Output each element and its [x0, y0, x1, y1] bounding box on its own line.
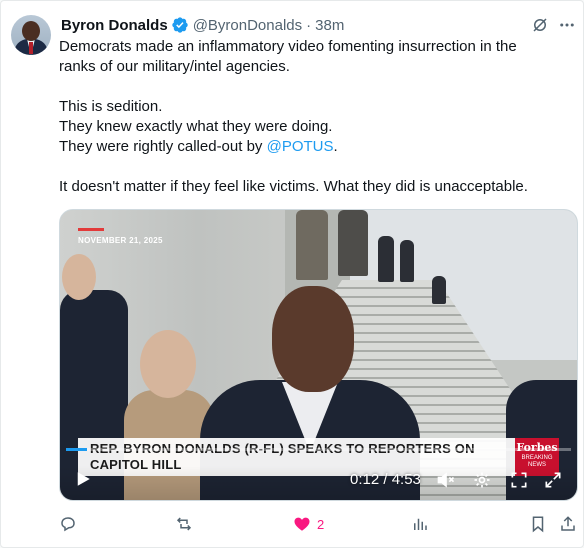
- tweet-header: Byron Donalds @ByronDonalds · 38m: [61, 15, 344, 35]
- bookmark-button[interactable]: [529, 513, 547, 535]
- share-icon: [561, 516, 575, 531]
- views-button[interactable]: [411, 513, 429, 535]
- retweet-icon: [176, 517, 192, 531]
- video-figure: [272, 286, 354, 392]
- tweet-line: They knew exactly what they were doing.: [59, 118, 333, 135]
- post-time[interactable]: 38m: [315, 17, 344, 34]
- video-figure: [296, 210, 328, 280]
- forbes-brand: Forbes: [516, 441, 558, 454]
- share-button[interactable]: [559, 513, 577, 535]
- tweet-line: It doesn't matter if they feel like vict…: [59, 178, 528, 195]
- tweet-line: This is sedition.: [59, 98, 163, 115]
- video-figure: [432, 276, 446, 304]
- tweet-line: They were rightly called-out by @POTUS.: [59, 137, 569, 157]
- grok-icon[interactable]: [531, 16, 549, 34]
- play-icon[interactable]: [74, 470, 92, 488]
- avatar[interactable]: [11, 15, 51, 55]
- date-accent-bar: [78, 228, 104, 231]
- views-icon: [414, 518, 427, 530]
- progress-fill: [66, 448, 87, 451]
- video-figure: [400, 240, 414, 282]
- video-controls: [60, 466, 577, 500]
- tweet-actions: 2: [59, 513, 579, 535]
- retweet-button[interactable]: [175, 513, 193, 535]
- mention-link[interactable]: @POTUS: [267, 138, 334, 155]
- tweet-card[interactable]: Byron Donalds @ByronDonalds · 38m Democr…: [0, 0, 584, 548]
- fullscreen-icon[interactable]: [509, 470, 529, 490]
- tweet-text-segment: They were rightly called-out by: [59, 138, 267, 155]
- author-name[interactable]: Byron Donalds: [61, 17, 168, 34]
- tweet-text: Democrats made an inflammatory video fom…: [59, 37, 569, 197]
- video-date-overlay: NOVEMBER 21, 2025: [78, 236, 163, 245]
- separator-dot: ·: [306, 16, 312, 34]
- bookmark-icon: [532, 516, 544, 533]
- expand-icon[interactable]: [543, 470, 563, 490]
- video-figure: [140, 330, 196, 398]
- verified-badge-icon: [172, 17, 188, 33]
- like-button[interactable]: 2: [293, 513, 324, 535]
- video-figure: [62, 254, 96, 300]
- reply-button[interactable]: [59, 513, 77, 535]
- author-handle[interactable]: @ByronDonalds: [193, 17, 302, 34]
- video-player[interactable]: NOVEMBER 21, 2025 REP. BYRON DONALDS (R-…: [59, 209, 578, 501]
- progress-track[interactable]: [66, 448, 571, 451]
- forbes-sub: BREAKING: [521, 455, 553, 461]
- tweet-text-segment: .: [333, 138, 338, 155]
- video-figure: [378, 236, 394, 282]
- video-time-readout: 0:12 / 4:53: [350, 471, 421, 488]
- settings-icon[interactable]: [472, 470, 492, 490]
- tweet-line: ranks of our military/intel agencies.: [59, 58, 290, 75]
- reply-icon: [61, 517, 75, 532]
- video-figure: [338, 210, 368, 276]
- more-icon[interactable]: [556, 16, 578, 34]
- like-count: 2: [317, 516, 325, 532]
- like-icon: [294, 517, 310, 531]
- tweet-line: Democrats made an inflammatory video fom…: [59, 38, 517, 55]
- mute-icon[interactable]: [436, 470, 456, 490]
